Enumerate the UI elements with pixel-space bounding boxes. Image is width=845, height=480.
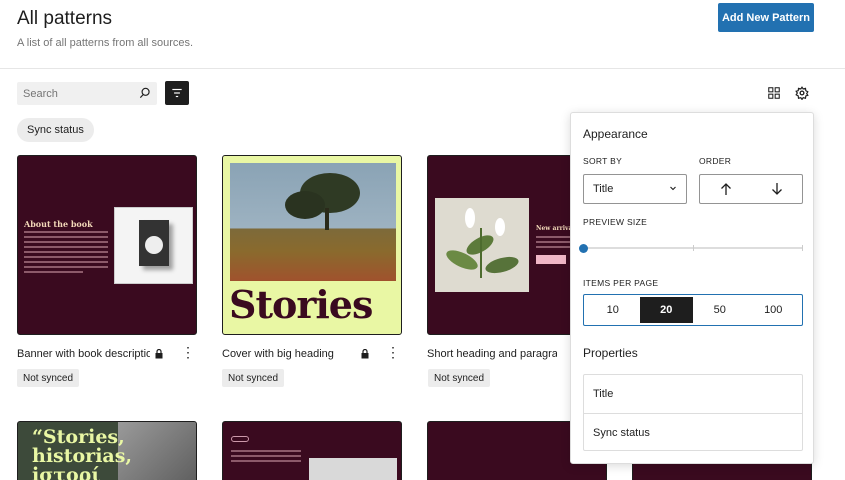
items-per-page-toggle: 10 20 50 100 [583,294,803,326]
pattern-preview-cover-big-heading[interactable]: Stories [222,155,402,335]
preview-heading: “Stories, historias, iστορί [32,426,133,480]
search-box[interactable] [17,82,157,105]
more-actions-icon[interactable]: ⋮ [386,345,400,359]
order-label: ORDER [699,156,732,166]
pattern-preview-stories-historias[interactable]: “Stories, historias, iστορί [17,421,197,480]
property-item-title[interactable]: Title [584,375,802,413]
descending-button[interactable] [751,175,802,203]
page-subtitle: A list of all patterns from all sources. [17,37,194,49]
card-title[interactable]: Short heading and paragrap [427,348,557,360]
arrow-up-icon [720,183,731,195]
sync-status-badge: Not synced [428,369,491,387]
preview-button [536,255,566,264]
lock-icon [155,349,163,359]
pattern-preview-banner-book[interactable]: About the book [17,155,197,335]
book-image [114,207,193,284]
lock-icon [361,349,369,359]
grid-view-icon[interactable] [767,86,781,100]
header-divider [0,68,845,69]
preview-size-label: PREVIEW SIZE [583,217,648,227]
sort-by-select[interactable]: Title [583,174,687,204]
slider-tick [693,245,694,251]
items-per-page-option[interactable]: 10 [586,297,640,323]
order-toggle [699,174,803,204]
page-title: All patterns [17,8,113,29]
sort-by-value: Title [593,183,614,195]
preview-text-lines [24,231,108,273]
sort-by-label: SORT BY [583,156,623,166]
pattern-preview-maroon-2[interactable] [222,421,402,480]
chevron-down-icon [670,186,676,191]
property-item-sync-status[interactable]: Sync status [584,413,802,451]
more-actions-icon[interactable]: ⋮ [181,345,195,359]
preview-heading: Stories [229,282,373,327]
items-per-page-option[interactable]: 100 [747,297,801,323]
preview-heading: About the book [24,219,93,229]
appearance-heading: Appearance [583,127,648,141]
arrow-down-icon [771,183,782,195]
plant-image [435,198,529,292]
card-title[interactable]: Cover with big heading [222,348,355,360]
card-title[interactable]: Banner with book descriptio [17,348,150,360]
items-per-page-option[interactable]: 50 [693,297,747,323]
items-per-page-label: ITEMS PER PAGE [583,278,659,288]
sync-status-badge: Not synced [17,369,80,387]
filter-button[interactable] [165,81,189,105]
properties-list: Title Sync status [583,374,803,451]
landscape-photo [230,163,396,281]
gear-icon[interactable] [795,86,809,100]
properties-heading: Properties [583,346,638,360]
search-icon [139,87,150,99]
add-new-pattern-button[interactable]: Add New Pattern [718,3,814,32]
sync-status-filter-chip[interactable]: Sync status [17,118,94,142]
items-per-page-option-selected[interactable]: 20 [639,297,693,323]
ascending-button[interactable] [700,175,751,203]
search-input[interactable] [17,82,127,105]
slider-tick [802,245,803,251]
sync-status-badge: Not synced [222,369,285,387]
view-options-popover: Appearance SORT BY ORDER Title PREVIEW S… [570,112,814,464]
preview-size-slider-thumb[interactable] [579,244,588,253]
filter-icon [172,88,182,98]
